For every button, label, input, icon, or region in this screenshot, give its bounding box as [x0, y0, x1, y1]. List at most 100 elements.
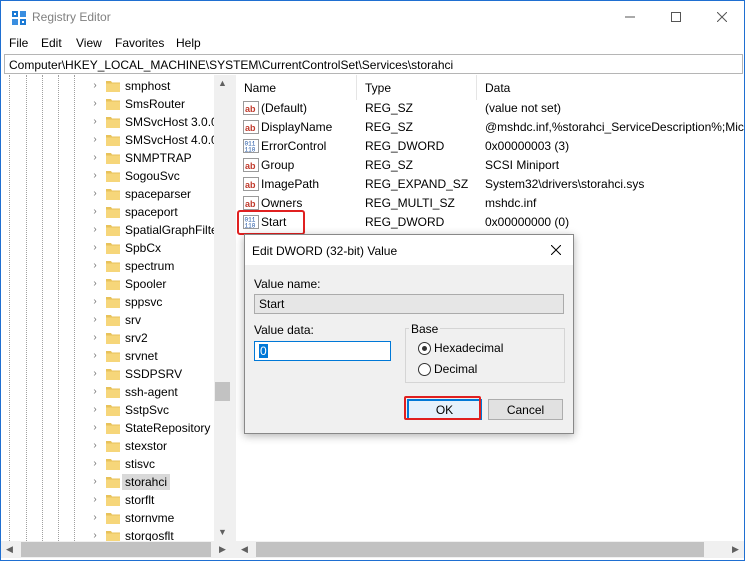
- tree-item[interactable]: › spaceparser: [89, 185, 229, 203]
- registry-value-row[interactable]: ab (Default) REG_SZ (value not set): [236, 99, 744, 118]
- tree-item[interactable]: › spaceport: [89, 203, 229, 221]
- address-bar[interactable]: Computer\HKEY_LOCAL_MACHINE\SYSTEM\Curre…: [4, 54, 743, 74]
- tree-item[interactable]: › SstpSvc: [89, 401, 229, 419]
- column-header-type[interactable]: Type: [357, 75, 477, 100]
- scroll-left-icon[interactable]: ◀: [236, 541, 253, 558]
- value-data-cell: 0x00000003 (3): [485, 139, 570, 153]
- hexadecimal-label[interactable]: Hexadecimal: [434, 341, 503, 355]
- column-header-name[interactable]: Name: [236, 75, 357, 100]
- binary-value-icon: 011110: [243, 139, 259, 153]
- maximize-button[interactable]: [653, 1, 699, 33]
- chevron-right-icon[interactable]: ›: [89, 529, 101, 541]
- chevron-right-icon[interactable]: ›: [89, 403, 101, 417]
- menu-file[interactable]: File: [9, 36, 28, 50]
- chevron-right-icon[interactable]: ›: [89, 421, 101, 435]
- chevron-right-icon[interactable]: ›: [89, 385, 101, 399]
- chevron-right-icon[interactable]: ›: [89, 475, 101, 489]
- registry-value-row[interactable]: ab Owners REG_MULTI_SZ mshdc.inf: [236, 194, 744, 213]
- chevron-right-icon[interactable]: ›: [89, 331, 101, 345]
- chevron-right-icon[interactable]: ›: [89, 169, 101, 183]
- tree-item[interactable]: › sppsvc: [89, 293, 229, 311]
- chevron-right-icon[interactable]: ›: [89, 187, 101, 201]
- registry-value-row[interactable]: 011 110 ErrorControl REG_DWORD 0x00000003 (3…: [236, 137, 744, 156]
- tree-item[interactable]: › SMSvcHost 3.0.0.: [89, 113, 229, 131]
- folder-icon: [106, 423, 120, 434]
- tree-item[interactable]: › stisvc: [89, 455, 229, 473]
- tree-vertical-scrollbar[interactable]: ▲ ▼: [214, 75, 231, 541]
- chevron-right-icon[interactable]: ›: [89, 367, 101, 381]
- tree-item[interactable]: › smphost: [89, 77, 229, 95]
- registry-value-row[interactable]: ab DisplayName REG_SZ @mshdc.inf,%storahci_…: [236, 118, 744, 137]
- chevron-right-icon[interactable]: ›: [89, 511, 101, 525]
- tree-item[interactable]: › storqosflt: [89, 527, 229, 541]
- tree-item[interactable]: › storflt: [89, 491, 229, 509]
- chevron-right-icon[interactable]: ›: [89, 151, 101, 165]
- decimal-label[interactable]: Decimal: [434, 362, 477, 376]
- chevron-right-icon[interactable]: ›: [89, 79, 101, 93]
- tree-item[interactable]: › SmsRouter: [89, 95, 229, 113]
- chevron-right-icon[interactable]: ›: [89, 241, 101, 255]
- folder-icon: [106, 531, 120, 541]
- close-button[interactable]: [699, 1, 745, 33]
- menu-help[interactable]: Help: [176, 36, 201, 50]
- chevron-right-icon[interactable]: ›: [89, 259, 101, 273]
- registry-value-row[interactable]: ab Group REG_SZ SCSI Miniport: [236, 156, 744, 175]
- chevron-right-icon[interactable]: ›: [89, 439, 101, 453]
- scroll-right-icon[interactable]: ▶: [214, 541, 231, 558]
- chevron-right-icon[interactable]: ›: [89, 349, 101, 363]
- registry-value-row[interactable]: ab ImagePath REG_EXPAND_SZ System32\drivers…: [236, 175, 744, 194]
- folder-icon: [106, 171, 120, 182]
- tree-horizontal-scrollbar[interactable]: ◀ ▶: [1, 541, 231, 558]
- cancel-button[interactable]: Cancel: [488, 399, 563, 420]
- tree-item[interactable]: › stexstor: [89, 437, 229, 455]
- minimize-button[interactable]: [607, 1, 653, 33]
- chevron-right-icon[interactable]: ›: [89, 493, 101, 507]
- tree-item[interactable]: › storahci: [89, 473, 229, 491]
- scroll-thumb[interactable]: [21, 542, 211, 557]
- chevron-right-icon[interactable]: ›: [89, 313, 101, 327]
- column-header-data[interactable]: Data: [477, 75, 744, 100]
- start-value-highlight: [237, 210, 305, 235]
- chevron-right-icon[interactable]: ›: [89, 115, 101, 129]
- scroll-thumb[interactable]: [215, 382, 230, 401]
- tree-item[interactable]: › srvnet: [89, 347, 229, 365]
- values-horizontal-scrollbar[interactable]: ◀ ▶: [236, 541, 744, 558]
- tree-item[interactable]: › spectrum: [89, 257, 229, 275]
- registry-value-row[interactable]: 011 110 Start REG_DWORD 0x00000000 (0): [236, 213, 744, 232]
- chevron-right-icon[interactable]: ›: [89, 277, 101, 291]
- decimal-radio[interactable]: [418, 363, 431, 376]
- tree-item[interactable]: › SogouSvc: [89, 167, 229, 185]
- tree-item[interactable]: › SMSvcHost 4.0.0.: [89, 131, 229, 149]
- scroll-left-icon[interactable]: ◀: [1, 541, 18, 558]
- tree-item[interactable]: › SNMPTRAP: [89, 149, 229, 167]
- dialog-close-button[interactable]: [541, 237, 571, 263]
- menu-view[interactable]: View: [76, 36, 102, 50]
- scroll-up-icon[interactable]: ▲: [214, 75, 231, 92]
- folder-icon: [106, 135, 120, 146]
- chevron-right-icon[interactable]: ›: [89, 133, 101, 147]
- tree-item[interactable]: › SpbCx: [89, 239, 229, 257]
- base-group: [405, 328, 565, 383]
- folder-icon: [106, 117, 120, 128]
- scroll-down-icon[interactable]: ▼: [214, 524, 231, 541]
- tree-item[interactable]: › SpatialGraphFilte: [89, 221, 229, 239]
- value-data-cell: 0x00000000 (0): [485, 215, 570, 229]
- tree-item[interactable]: › srv2: [89, 329, 229, 347]
- menu-favorites[interactable]: Favorites: [115, 36, 164, 50]
- value-data-input[interactable]: 0: [254, 341, 391, 361]
- tree-item[interactable]: › ssh-agent: [89, 383, 229, 401]
- hexadecimal-radio[interactable]: [418, 342, 431, 355]
- scroll-thumb[interactable]: [256, 542, 704, 557]
- tree-item[interactable]: › srv: [89, 311, 229, 329]
- tree-item[interactable]: › StateRepository: [89, 419, 229, 437]
- chevron-right-icon[interactable]: ›: [89, 205, 101, 219]
- scroll-right-icon[interactable]: ▶: [727, 541, 744, 558]
- chevron-right-icon[interactable]: ›: [89, 457, 101, 471]
- menu-edit[interactable]: Edit: [41, 36, 62, 50]
- tree-item[interactable]: › SSDPSRV: [89, 365, 229, 383]
- tree-item[interactable]: › Spooler: [89, 275, 229, 293]
- chevron-right-icon[interactable]: ›: [89, 223, 101, 237]
- chevron-right-icon[interactable]: ›: [89, 97, 101, 111]
- tree-item[interactable]: › stornvme: [89, 509, 229, 527]
- chevron-right-icon[interactable]: ›: [89, 295, 101, 309]
